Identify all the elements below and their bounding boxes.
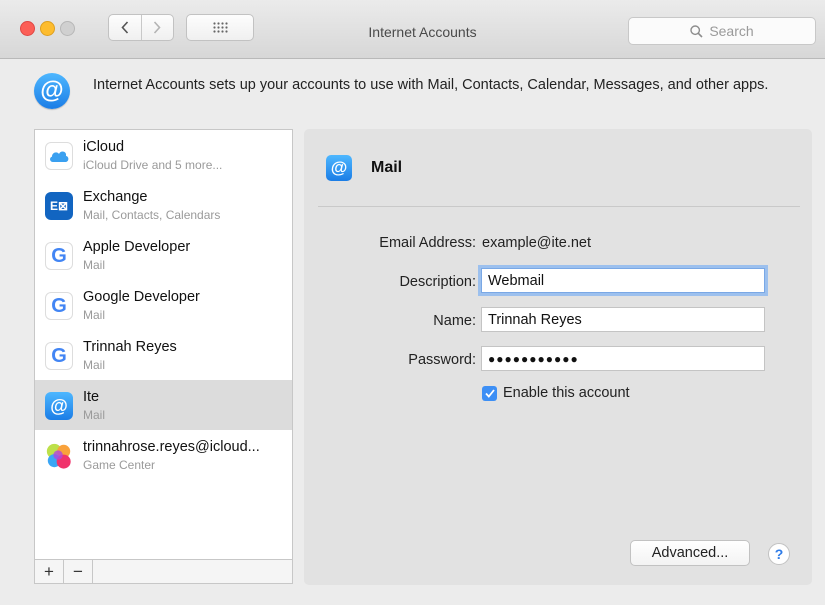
add-account-button[interactable]: + bbox=[35, 560, 64, 583]
account-item-game-center[interactable]: trinnahrose.reyes@icloud... Game Center bbox=[35, 430, 292, 480]
chevron-right-icon bbox=[154, 21, 161, 34]
account-subtitle: Mail bbox=[83, 258, 106, 272]
account-item-apple-developer[interactable]: G Apple Developer Mail bbox=[35, 230, 292, 280]
account-item-exchange[interactable]: E⊠ Exchange Mail, Contacts, Calendars bbox=[35, 180, 292, 230]
name-label: Name: bbox=[433, 313, 476, 329]
account-subtitle: Mail bbox=[83, 308, 106, 322]
name-field[interactable] bbox=[481, 307, 765, 332]
zoom-button[interactable] bbox=[60, 21, 75, 36]
google-icon: G bbox=[45, 242, 73, 270]
account-subtitle: iCloud Drive and 5 more... bbox=[83, 158, 223, 172]
account-name: Ite bbox=[83, 389, 100, 405]
title-bar: Internet Accounts Search bbox=[0, 0, 825, 59]
help-button[interactable]: ? bbox=[768, 543, 790, 565]
google-icon: G bbox=[45, 292, 73, 320]
back-forward-control bbox=[108, 14, 174, 41]
enable-account-checkbox[interactable]: Enable this account bbox=[482, 385, 630, 401]
show-all-button[interactable] bbox=[186, 14, 254, 41]
password-field[interactable] bbox=[481, 346, 765, 371]
account-name: Trinnah Reyes bbox=[83, 339, 177, 355]
password-label: Password: bbox=[408, 352, 476, 368]
checkbox-checked[interactable] bbox=[482, 385, 497, 401]
checkmark-icon bbox=[484, 388, 495, 398]
account-item-trinnah-reyes[interactable]: G Trinnah Reyes Mail bbox=[35, 330, 292, 380]
divider bbox=[318, 206, 800, 207]
account-name: trinnahrose.reyes@icloud... bbox=[83, 439, 260, 455]
window-title: Internet Accounts bbox=[368, 24, 477, 40]
description-label: Description: bbox=[399, 274, 476, 290]
search-placeholder: Search bbox=[709, 23, 754, 39]
account-subtitle: Mail, Contacts, Calendars bbox=[83, 208, 221, 222]
mail-at-icon: @ bbox=[45, 392, 73, 420]
intro-text: Internet Accounts sets up your accounts … bbox=[93, 77, 769, 93]
account-item-ite[interactable]: @ Ite Mail bbox=[35, 380, 292, 430]
account-list: iCloud iCloud Drive and 5 more... E⊠ Exc… bbox=[34, 129, 293, 560]
advanced-button[interactable]: Advanced... bbox=[630, 540, 750, 566]
back-button[interactable] bbox=[109, 15, 141, 40]
email-address-value: example@ite.net bbox=[482, 235, 592, 251]
account-subtitle: Mail bbox=[83, 358, 106, 372]
panel-title: Mail bbox=[371, 159, 403, 176]
account-name: Apple Developer bbox=[83, 239, 191, 255]
minimize-button[interactable] bbox=[40, 21, 55, 36]
list-controls: + − bbox=[34, 560, 293, 584]
account-subtitle: Game Center bbox=[83, 458, 156, 472]
search-icon bbox=[690, 24, 703, 38]
internet-accounts-at-icon: @ bbox=[34, 73, 70, 109]
exchange-icon: E⊠ bbox=[45, 192, 73, 220]
enable-account-label: Enable this account bbox=[503, 385, 630, 401]
account-name: Google Developer bbox=[83, 289, 200, 305]
chevron-left-icon bbox=[121, 21, 128, 34]
account-detail-panel: @ Mail Email Address: example@ite.net De… bbox=[304, 129, 812, 585]
search-field[interactable]: Search bbox=[628, 17, 816, 45]
description-field[interactable] bbox=[481, 268, 765, 293]
grid-icon bbox=[212, 22, 228, 33]
account-name: Exchange bbox=[83, 189, 148, 205]
account-item-icloud[interactable]: iCloud iCloud Drive and 5 more... bbox=[35, 130, 292, 180]
account-subtitle: Mail bbox=[83, 408, 106, 422]
game-center-icon bbox=[45, 442, 73, 470]
forward-button[interactable] bbox=[140, 15, 174, 40]
remove-account-button[interactable]: − bbox=[64, 560, 93, 583]
icloud-icon bbox=[45, 142, 73, 170]
email-address-label: Email Address: bbox=[379, 235, 476, 251]
account-item-google-developer[interactable]: G Google Developer Mail bbox=[35, 280, 292, 330]
google-icon: G bbox=[45, 342, 73, 370]
close-button[interactable] bbox=[20, 21, 35, 36]
internet-accounts-window: Internet Accounts Search @ Internet Acco… bbox=[0, 0, 825, 605]
account-name: iCloud bbox=[83, 139, 125, 155]
mail-at-icon: @ bbox=[326, 155, 352, 181]
